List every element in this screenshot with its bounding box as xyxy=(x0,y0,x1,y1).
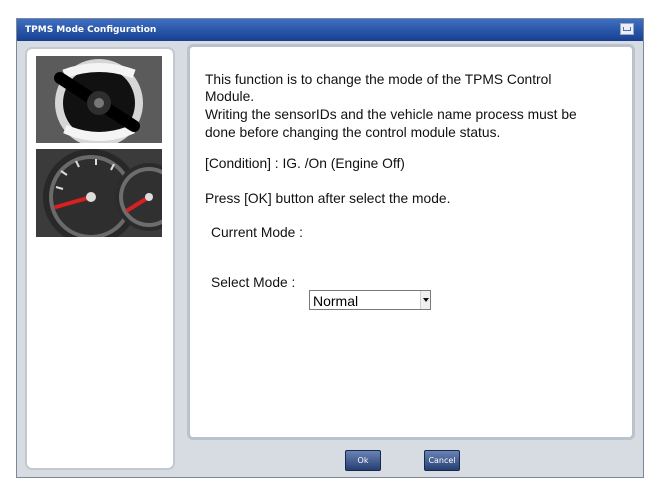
instruction-text: Press [OK] button after select the mode. xyxy=(205,191,451,206)
ok-button[interactable]: Ok xyxy=(345,450,381,471)
select-mode-dropdown[interactable]: Normal xyxy=(309,290,431,310)
window-title-bar: TPMS Mode Configuration xyxy=(17,19,643,41)
select-mode-value: Normal xyxy=(313,293,359,309)
tpms-mode-configuration-window: TPMS Mode Configuration This function is… xyxy=(16,18,644,478)
cancel-button[interactable]: Cancel xyxy=(424,450,460,471)
configuration-content-panel: This function is to change the mode of t… xyxy=(187,44,635,440)
current-mode-label: Current Mode : xyxy=(211,225,304,240)
condition-text: [Condition] : IG. /On (Engine Off) xyxy=(205,156,405,171)
window-title: TPMS Mode Configuration xyxy=(25,25,157,35)
select-mode-label: Select Mode : xyxy=(211,275,296,290)
ignition-key-image xyxy=(36,56,162,143)
left-image-panel xyxy=(25,47,175,470)
description-line-2: Module. xyxy=(205,89,255,104)
description-line-4: done before changing the control module … xyxy=(205,125,501,140)
chevron-down-icon[interactable] xyxy=(420,291,430,309)
description-line-3: Writing the sensorIDs and the vehicle na… xyxy=(205,107,577,122)
description-line-1: This function is to change the mode of t… xyxy=(205,72,552,87)
instrument-gauge-image xyxy=(36,149,162,237)
help-book-icon[interactable] xyxy=(620,23,634,35)
